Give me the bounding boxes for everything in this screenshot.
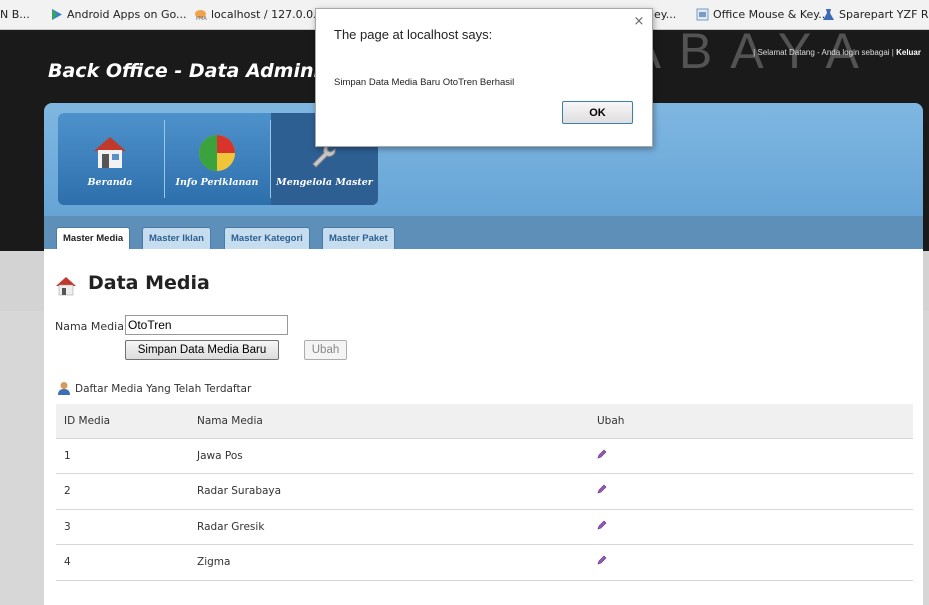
save-media-button[interactable]: Simpan Data Media Baru xyxy=(125,340,279,360)
svg-text:PMA: PMA xyxy=(196,16,207,21)
menu-label: Mengelola Master xyxy=(276,177,373,188)
table-row: 2 Radar Surabaya xyxy=(56,473,913,510)
play-store-icon xyxy=(52,9,62,20)
pencil-icon[interactable] xyxy=(597,449,607,459)
media-name-input[interactable] xyxy=(125,315,288,335)
edit-button[interactable]: Ubah xyxy=(304,340,347,360)
bike-icon xyxy=(823,9,834,20)
tab-master-kategori[interactable]: Master Kategori xyxy=(224,227,310,249)
table-row: 3 Radar Gresik xyxy=(56,509,913,545)
cell-edit xyxy=(589,473,913,510)
bookmark-label: Android Apps on Go... xyxy=(67,8,187,21)
user-icon xyxy=(58,382,70,395)
logout-link[interactable]: Keluar xyxy=(896,48,921,57)
menu-item-info-periklanan[interactable]: Info Periklanan xyxy=(165,113,269,205)
name-label: Nama Media: xyxy=(55,320,128,333)
header-name: Nama Media xyxy=(189,404,589,439)
bookmark-item[interactable]: Office Mouse & Key... xyxy=(696,8,829,21)
cell-id: 1 xyxy=(56,438,189,474)
bookmark-item[interactable]: Android Apps on Go... xyxy=(50,8,187,21)
ok-button[interactable]: OK xyxy=(562,101,633,124)
bookmark-item[interactable]: ey... xyxy=(654,8,676,21)
header-id: ID Media xyxy=(56,404,189,439)
cell-name: Radar Gresik xyxy=(189,509,589,545)
table-row: 1 Jawa Pos xyxy=(56,438,913,474)
bookmark-label: Office Mouse & Key... xyxy=(713,8,829,21)
cell-edit xyxy=(589,509,913,545)
pencil-icon[interactable] xyxy=(597,484,607,494)
cell-id: 3 xyxy=(56,509,189,545)
header-edit: Ubah xyxy=(589,404,913,439)
home-icon xyxy=(94,137,126,168)
phpmyadmin-icon: PMA xyxy=(195,10,207,21)
bookmark-label: N B... xyxy=(0,8,30,21)
dialog-message: Simpan Data Media Baru OtoTren Berhasil xyxy=(334,77,515,88)
tab-master-media[interactable]: Master Media xyxy=(56,227,131,249)
page-title: Data Media xyxy=(88,272,210,294)
tab-master-paket[interactable]: Master Paket xyxy=(322,227,395,249)
table-row: 4 Zigma xyxy=(56,544,913,581)
pie-chart-icon xyxy=(199,135,235,171)
mouse-icon xyxy=(696,8,709,21)
alert-dialog: The page at localhost says: × Simpan Dat… xyxy=(315,8,653,147)
cell-edit xyxy=(589,544,913,581)
pencil-icon[interactable] xyxy=(597,555,607,565)
table-header-row: ID Media Nama Media Ubah xyxy=(56,404,913,439)
bookmark-label: Sparepart YZF R15 xyxy=(839,8,929,21)
close-icon[interactable]: × xyxy=(632,15,646,29)
home-icon xyxy=(56,277,76,296)
menu-item-beranda[interactable]: Beranda xyxy=(58,113,162,205)
menu-label: Beranda xyxy=(87,177,133,188)
cell-edit xyxy=(589,438,913,474)
cell-id: 4 xyxy=(56,544,189,581)
cell-id: 2 xyxy=(56,473,189,510)
tab-master-iklan[interactable]: Master Iklan xyxy=(142,227,211,249)
bookmark-label: ey... xyxy=(654,8,677,21)
welcome-prefix: | Selamat Datang - Anda login sebagai | xyxy=(753,48,894,57)
menu-label: Info Periklanan xyxy=(175,177,259,188)
pencil-icon[interactable] xyxy=(597,520,607,530)
cell-name: Radar Surabaya xyxy=(189,473,589,510)
cell-name: Jawa Pos xyxy=(189,438,589,474)
bookmark-item[interactable]: Sparepart YZF R15 xyxy=(822,8,929,21)
media-table: ID Media Nama Media Ubah 1 Jawa Pos 2 Ra… xyxy=(56,404,913,581)
app-title: Back Office - Data Adminis xyxy=(48,60,332,82)
dialog-title: The page at localhost says: xyxy=(334,27,493,42)
welcome-text: | Selamat Datang - Anda login sebagai | … xyxy=(753,48,921,57)
bookmark-item[interactable]: N B... xyxy=(0,8,30,21)
cell-name: Zigma xyxy=(189,544,589,581)
list-heading: Daftar Media Yang Telah Terdaftar xyxy=(75,383,252,395)
